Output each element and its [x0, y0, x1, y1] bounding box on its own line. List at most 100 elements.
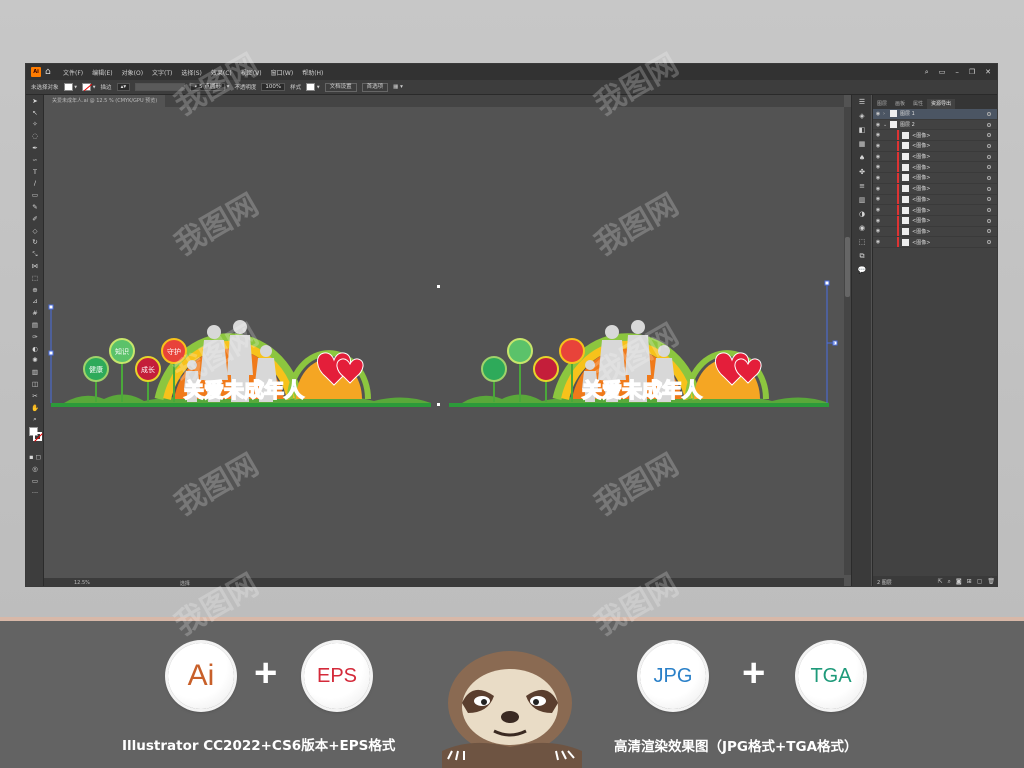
vertical-scrollbar[interactable] — [844, 107, 851, 575]
sublayer-row[interactable]: ◉ <图像> — [873, 140, 997, 152]
stroke-weight-field[interactable]: ▴▾ — [116, 83, 131, 91]
hand-tool-icon[interactable]: ✋ — [26, 402, 44, 414]
sublayer-row[interactable]: ◉ <图像> — [873, 215, 997, 227]
tab-asset-export[interactable]: 资源导出 — [927, 99, 956, 109]
menu-window[interactable]: 窗口(W) — [271, 68, 294, 77]
menu-object[interactable]: 对象(O) — [122, 68, 143, 77]
target-circle-icon[interactable] — [987, 240, 991, 245]
line-tool-icon[interactable]: / — [26, 178, 44, 190]
target-circle-icon[interactable] — [987, 143, 991, 148]
collapse-arrow-icon[interactable]: ⌄ — [883, 122, 890, 128]
visibility-eye-icon[interactable]: ◉ — [873, 239, 883, 245]
eyedropper-tool-icon[interactable]: ✑ — [26, 331, 44, 343]
align-icon[interactable]: ⧉ — [852, 249, 872, 263]
target-circle-icon[interactable] — [987, 165, 991, 170]
target-circle-icon[interactable] — [987, 208, 991, 213]
slice-tool-icon[interactable]: ✂ — [26, 390, 44, 402]
canvas[interactable]: 健康 知识 成长 守护 关爱未成年人 关爱未成年人 — [44, 107, 844, 575]
stroke-swatch[interactable]: ▾ — [82, 83, 96, 91]
menu-edit[interactable]: 编辑(E) — [92, 68, 112, 77]
direct-selection-tool-icon[interactable]: ↖ — [26, 107, 44, 119]
gradient-tool-icon[interactable]: ▤ — [26, 319, 44, 331]
layer-row-1[interactable]: ◉ › 图层 1 — [873, 109, 997, 120]
item-name[interactable]: <图像> — [912, 142, 930, 149]
layer-name[interactable]: 图层 2 — [900, 121, 915, 128]
fill-swatch[interactable]: ▾ — [63, 83, 77, 91]
target-circle-icon[interactable] — [987, 197, 991, 202]
sublayer-row[interactable]: ◉ <图像> — [873, 183, 997, 195]
style-swatch[interactable]: ▾ — [306, 83, 320, 91]
visibility-eye-icon[interactable]: ◉ — [873, 164, 883, 170]
scale-tool-icon[interactable]: ⤡ — [26, 248, 44, 260]
sublayer-row[interactable]: ◉ <图像> — [873, 226, 997, 238]
sublayer-row[interactable]: ◉ <图像> — [873, 172, 997, 184]
close-icon[interactable]: ✕ — [985, 68, 991, 77]
visibility-eye-icon[interactable]: ◉ — [873, 111, 883, 117]
home-icon[interactable]: ⌂ — [45, 67, 55, 77]
swatches-icon[interactable]: ▦ — [852, 137, 872, 151]
symbols-icon[interactable]: ✤ — [852, 165, 872, 179]
visibility-eye-icon[interactable]: ◉ — [873, 154, 883, 160]
sublayer-row[interactable]: ◉ <图像> — [873, 162, 997, 174]
item-name[interactable]: <图像> — [912, 196, 930, 203]
scroll-thumb[interactable] — [845, 237, 850, 297]
target-circle-icon[interactable] — [987, 229, 991, 234]
delete-layer-icon[interactable]: 🗑 — [987, 578, 995, 586]
visibility-eye-icon[interactable]: ◉ — [873, 122, 883, 128]
target-circle-icon[interactable] — [987, 122, 991, 127]
libraries-icon[interactable]: ◈ — [852, 109, 872, 123]
tab-layers[interactable]: 图层 — [873, 99, 891, 109]
stroke-panel-icon[interactable]: ≡ — [852, 179, 872, 193]
target-circle-icon[interactable] — [987, 133, 991, 138]
paintbrush-tool-icon[interactable]: ✎ — [26, 201, 44, 213]
arrange-docs-icon[interactable]: ▦ ▾ — [393, 84, 403, 90]
sublayer-row[interactable]: ◉ <图像> — [873, 237, 997, 248]
document-tab[interactable]: 关爱未成年人.ai @ 12.5 % (CMYK/GPU 预览) — [44, 95, 166, 107]
visibility-eye-icon[interactable]: ◉ — [873, 228, 883, 234]
document-setup-button[interactable]: 文档设置 — [324, 82, 357, 92]
visibility-eye-icon[interactable]: ◉ — [873, 175, 883, 181]
zoom-level[interactable]: 12.5% — [74, 580, 90, 586]
menu-file[interactable]: 文件(F) — [63, 68, 83, 77]
item-name[interactable]: <图像> — [912, 228, 930, 235]
target-circle-icon[interactable] — [987, 218, 991, 223]
sublayer-row[interactable]: ◉ <图像> — [873, 205, 997, 216]
target-circle-icon[interactable] — [987, 111, 991, 116]
draw-mode-icon[interactable]: ◎ — [26, 463, 44, 475]
collect-export-icon[interactable]: ⇱ — [937, 578, 942, 586]
color-mode-icon[interactable]: ▪ ◻ — [26, 451, 44, 463]
minimize-icon[interactable]: – — [955, 68, 959, 77]
graphic-styles-icon[interactable]: ⬚ — [852, 235, 872, 249]
curvature-tool-icon[interactable]: ∽ — [26, 154, 44, 166]
opacity-field[interactable]: 100% — [261, 83, 286, 91]
new-sublayer-icon[interactable]: ⊞ — [967, 578, 972, 586]
maximize-icon[interactable]: ❐ — [969, 68, 975, 77]
gradient-panel-icon[interactable]: ▥ — [852, 193, 872, 207]
visibility-eye-icon[interactable]: ◉ — [873, 207, 883, 213]
graph-tool-icon[interactable]: ▥ — [26, 366, 44, 378]
search-icon[interactable]: ⌕ — [925, 68, 929, 77]
perspective-grid-tool-icon[interactable]: ⊿ — [26, 296, 44, 308]
blend-tool-icon[interactable]: ◐ — [26, 343, 44, 355]
visibility-eye-icon[interactable]: ◉ — [873, 186, 883, 192]
rotate-tool-icon[interactable]: ↻ — [26, 237, 44, 249]
shaper-tool-icon[interactable]: ✐ — [26, 213, 44, 225]
target-circle-icon[interactable] — [987, 154, 991, 159]
item-name[interactable]: <图像> — [912, 239, 930, 246]
sublayer-row[interactable]: ◉ <图像> — [873, 130, 997, 142]
artwork-left[interactable]: 健康 知识 成长 守护 关爱未成年人 — [51, 320, 431, 407]
visibility-eye-icon[interactable]: ◉ — [873, 143, 883, 149]
target-circle-icon[interactable] — [987, 175, 991, 180]
eraser-tool-icon[interactable]: ◇ — [26, 225, 44, 237]
clipping-mask-icon[interactable]: ◙ — [956, 578, 962, 586]
rectangle-tool-icon[interactable]: ▭ — [26, 189, 44, 201]
fill-stroke-control[interactable] — [26, 425, 44, 451]
symbol-sprayer-tool-icon[interactable]: ✺ — [26, 355, 44, 367]
free-transform-tool-icon[interactable]: ⬚ — [26, 272, 44, 284]
visibility-eye-icon[interactable]: ◉ — [873, 218, 883, 224]
artboard-tool-icon[interactable]: ◫ — [26, 378, 44, 390]
menu-help[interactable]: 帮助(H) — [302, 68, 323, 77]
screen-mode-icon[interactable]: ▭ — [26, 475, 44, 487]
zoom-tool-icon[interactable]: ⌕ — [26, 414, 44, 426]
width-tool-icon[interactable]: ⋈ — [26, 260, 44, 272]
